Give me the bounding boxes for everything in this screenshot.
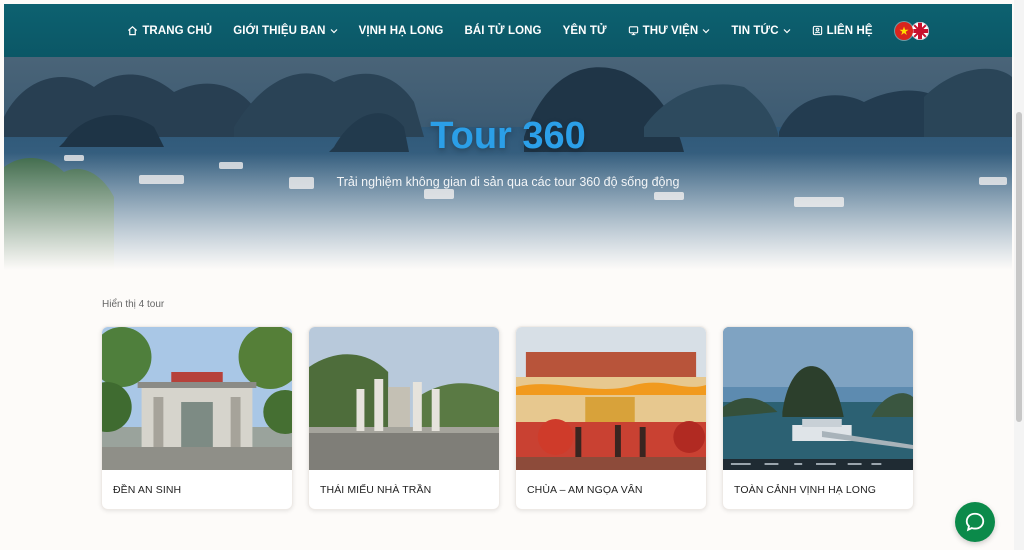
- main-navbar: TRANG CHỦ GIỚI THIỆU BAN VỊNH HẠ LONG BÁ…: [4, 4, 1012, 57]
- tour-thumbnail-thai-mieu-nha-tran: [309, 327, 499, 470]
- tour-card[interactable]: ĐỀN AN SINH: [101, 326, 293, 510]
- hero-fade-overlay: [4, 57, 1012, 270]
- nav-item-ha-long-bay[interactable]: VỊNH HẠ LONG: [348, 25, 454, 37]
- scrollbar-thumb[interactable]: [1016, 112, 1022, 422]
- tour-thumbnail-ngoa-van-pagoda: [516, 327, 706, 470]
- nav-item-label: LIÊN HỆ: [826, 24, 873, 37]
- nav-item-bai-tu-long[interactable]: BÁI TỬ LONG: [454, 25, 552, 37]
- nav-item-label: GIỚI THIỆU BAN: [233, 24, 326, 37]
- nav-menu: TRANG CHỦ GIỚI THIỆU BAN VỊNH HẠ LONG BÁ…: [117, 21, 930, 40]
- tour-title: TOÀN CẢNH VỊNH HẠ LONG: [734, 484, 877, 496]
- home-icon: [128, 26, 138, 36]
- chevron-down-icon: [783, 28, 791, 33]
- nav-item-label: TRANG CHỦ: [142, 24, 213, 37]
- nav-item-contact[interactable]: LIÊN HỆ: [801, 25, 883, 37]
- tour-card[interactable]: CHÙA – AM NGỌA VÂN: [515, 326, 707, 510]
- tour-title: THÁI MIẾU NHÀ TRẦN: [320, 484, 432, 496]
- tour-card[interactable]: THÁI MIẾU NHÀ TRẦN: [308, 326, 500, 510]
- nav-item-label: VỊNH HẠ LONG: [358, 24, 444, 37]
- nav-item-yen-tu[interactable]: YÊN TỬ: [552, 25, 617, 37]
- page-scrollbar[interactable]: [1014, 0, 1024, 550]
- chat-bubble-icon: [965, 512, 985, 532]
- tour-title: ĐỀN AN SINH: [113, 484, 182, 496]
- nav-item-news[interactable]: TIN TỨC: [721, 25, 801, 37]
- page-subtitle: Trải nghiệm không gian di sản qua các to…: [336, 175, 680, 189]
- contact-icon: [812, 25, 822, 36]
- page-title: Tour 360: [430, 115, 586, 157]
- tour-title: CHÙA – AM NGỌA VÂN: [527, 484, 643, 496]
- nav-item-label: THƯ VIỆN: [642, 24, 699, 37]
- nav-item-label: YÊN TỬ: [562, 24, 607, 37]
- tour-thumbnail-ha-long-panorama: [723, 327, 913, 470]
- tour-thumbnail-an-sinh-temple: [102, 327, 292, 470]
- nav-item-about[interactable]: GIỚI THIỆU BAN: [223, 25, 348, 37]
- result-count: Hiển thị 4 tour: [102, 299, 165, 310]
- vn-flag-icon[interactable]: [895, 21, 914, 40]
- chevron-down-icon: [330, 28, 338, 33]
- tour-grid: ĐỀN AN SINH THÁI MIẾU NHÀ TRẦN CHÙA – AM…: [101, 326, 914, 510]
- tour-card[interactable]: TOÀN CẢNH VỊNH HẠ LONG: [722, 326, 914, 510]
- nav-item-label: TIN TỨC: [731, 24, 779, 37]
- uk-flag-icon[interactable]: [911, 21, 930, 40]
- language-switcher: [895, 21, 930, 40]
- nav-item-library[interactable]: THƯ VIỆN: [617, 25, 721, 37]
- nav-item-label: BÁI TỬ LONG: [464, 24, 542, 37]
- monitor-icon: [628, 26, 638, 36]
- nav-item-home[interactable]: TRANG CHỦ: [117, 25, 223, 37]
- chat-button[interactable]: [955, 502, 995, 542]
- chevron-down-icon: [702, 28, 710, 33]
- hero-banner: Tour 360 Trải nghiệm không gian di sản q…: [4, 57, 1012, 270]
